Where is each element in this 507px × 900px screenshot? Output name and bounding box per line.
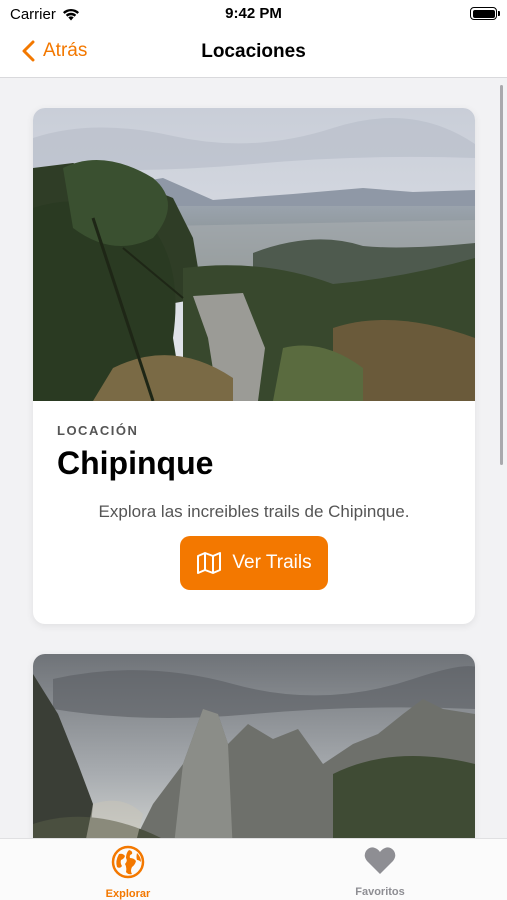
view-trails-label: Ver Trails [232, 552, 312, 573]
rocky-mountain-peaks-photo [33, 654, 475, 838]
card-eyebrow: LOCACIÓN [57, 423, 139, 438]
locations-list[interactable]: LOCACIÓN Chipinque Explora las increible… [0, 79, 507, 838]
card-title: Chipinque [57, 445, 214, 481]
tab-favoritos[interactable]: Favoritos [320, 845, 440, 898]
globe-icon [111, 845, 145, 879]
status-bar: Carrier 9:42 PM [0, 0, 507, 28]
navigation-bar: Atrás Locaciones [0, 28, 507, 78]
card-body: LOCACIÓN Chipinque Explora las increible… [33, 401, 475, 590]
scroll-indicator [500, 85, 503, 465]
view-trails-button[interactable]: Ver Trails [180, 536, 328, 590]
map-icon [197, 552, 222, 574]
location-card [33, 654, 475, 838]
tab-bar: Explorar Favoritos [0, 838, 507, 900]
card-description: Explora las increibles trails de Chipinq… [98, 502, 410, 521]
status-time: 9:42 PM [225, 5, 282, 22]
tab-label: Explorar [105, 888, 151, 900]
tab-explorar[interactable]: Explorar [68, 845, 188, 900]
heart-icon [364, 847, 396, 874]
location-card: LOCACIÓN Chipinque Explora las increible… [33, 108, 475, 624]
battery-icon [470, 7, 500, 20]
page-title: Locaciones [201, 41, 306, 62]
mountain-forest-city-view-photo [33, 108, 475, 401]
tab-label: Favoritos [355, 886, 405, 898]
